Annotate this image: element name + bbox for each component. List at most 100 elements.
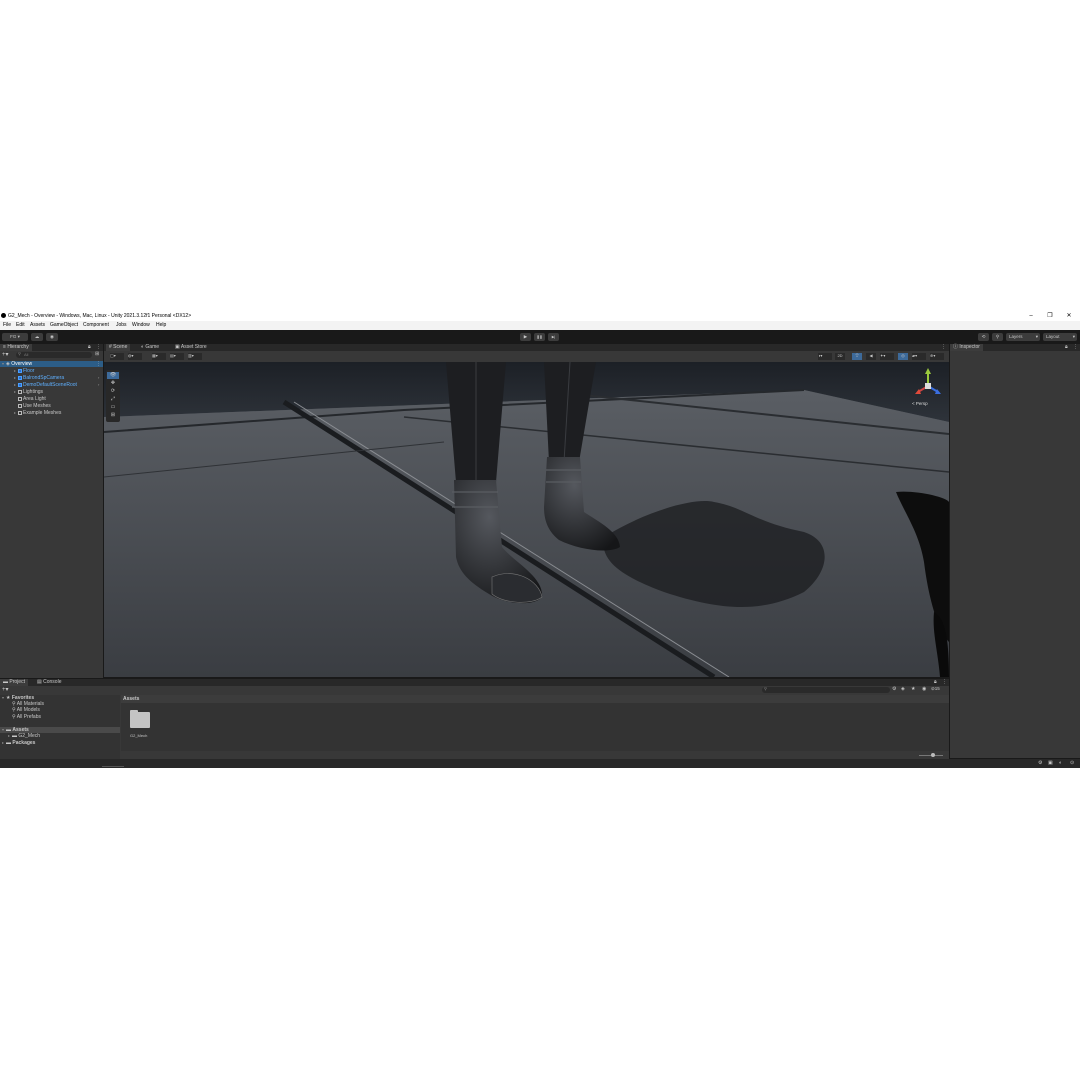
- add-icon[interactable]: +▾: [2, 351, 9, 358]
- asset-item-g2-mech[interactable]: G2_Mech: [127, 709, 153, 743]
- store-tab-icon: ▣: [175, 344, 180, 350]
- gizmos-dropdown[interactable]: ⊕▾: [930, 353, 944, 360]
- pivot-dropdown[interactable]: ◍▾: [128, 353, 142, 360]
- axis-gizmo-icon: [915, 368, 941, 394]
- cloud-icon[interactable]: ☁: [31, 333, 43, 341]
- step-button[interactable]: ▶|: [548, 333, 559, 341]
- more-icon[interactable]: ⋮: [942, 679, 947, 685]
- search-by-label-icon[interactable]: ◈: [901, 686, 905, 692]
- tab-scene[interactable]: # Scene: [106, 344, 131, 351]
- play-button[interactable]: ▶: [520, 333, 531, 341]
- hierarchy-item-floor[interactable]: ▸ Floor: [14, 368, 34, 374]
- tab-console[interactable]: ▤ Console: [34, 679, 64, 686]
- menu-assets[interactable]: Assets: [30, 321, 45, 330]
- layers-dropdown[interactable]: Layers ▾: [1006, 333, 1040, 341]
- favorite-item[interactable]: ⚲ All Prefabs: [12, 714, 41, 720]
- snap-icon: ▤▾: [170, 353, 176, 358]
- hierarchy-item-lightings[interactable]: ▸ Lightings: [14, 389, 43, 395]
- add-icon[interactable]: +▾: [2, 686, 9, 693]
- hierarchy-toolbar: +▾ ⚲ All ⊞: [0, 351, 103, 359]
- persp-label[interactable]: < Persp: [912, 401, 928, 406]
- more-icon[interactable]: ⋮: [1073, 344, 1078, 350]
- zoom-slider[interactable]: [919, 753, 943, 757]
- gameobject-icon: [18, 389, 22, 394]
- lock-icon[interactable]: 🔒︎: [934, 679, 937, 685]
- rotate-tool-icon[interactable]: ⟳: [107, 388, 119, 395]
- move-tool-icon[interactable]: ✥: [107, 380, 119, 387]
- tree-item-packages[interactable]: ▸ ▬ Packages: [2, 740, 35, 746]
- search-icon[interactable]: ⚲: [992, 333, 1003, 341]
- search-placeholder: All: [24, 352, 29, 357]
- toggle-2d-button[interactable]: 2D: [835, 353, 845, 360]
- more-icon[interactable]: ⋮: [941, 344, 946, 350]
- tab-inspector[interactable]: ⓘ Inspector: [950, 344, 983, 351]
- transform-tool-icon[interactable]: ⊞: [107, 412, 119, 419]
- lock-icon[interactable]: 🔒︎: [88, 344, 91, 350]
- account-dropdown[interactable]: FG ▾: [2, 333, 28, 341]
- prefab-arrow-icon[interactable]: ›: [98, 375, 99, 380]
- scene-row[interactable]: ▾ ◈ Overview ⋮: [0, 361, 103, 367]
- increment-dropdown[interactable]: ▥▾: [188, 353, 202, 360]
- gameobject-icon: [18, 396, 22, 401]
- cache-icon[interactable]: ▣: [1048, 760, 1053, 766]
- orientation-gizmo[interactable]: < Persp: [910, 366, 946, 408]
- breadcrumb-assets[interactable]: Assets: [123, 695, 139, 703]
- tree-item-g2-mech[interactable]: ▸ ▬ G2_Mech: [8, 733, 40, 739]
- project-search-input[interactable]: ⚲: [762, 686, 890, 693]
- lock-icon[interactable]: 🔒︎: [1065, 344, 1068, 350]
- layout-dropdown[interactable]: Layout ▾: [1043, 333, 1077, 341]
- hierarchy-item-use-meshes[interactable]: Use Meshes: [18, 403, 51, 409]
- tab-game[interactable]: ◐ Game: [138, 344, 162, 351]
- hierarchy-item-area-light[interactable]: Area Light: [18, 396, 46, 402]
- tab-asset-store[interactable]: ▣ Asset Store: [172, 344, 210, 351]
- tab-hierarchy[interactable]: ≡ Hierarchy: [0, 344, 32, 351]
- more-icon[interactable]: ⋮: [96, 344, 101, 350]
- draw-mode-dropdown[interactable]: ▢▾: [110, 353, 124, 360]
- hierarchy-item-demodefaultsceneroot[interactable]: ▸ DemoDefaultSceneRoot: [14, 382, 77, 388]
- scene-viewport[interactable]: 👁︎ ✥ ⟳ ⤢ ▭ ⊞ < Persp: [104, 362, 949, 677]
- hidden-packages-icon[interactable]: ◉: [922, 686, 926, 692]
- menu-jobs[interactable]: Jobs: [116, 321, 127, 330]
- menu-window[interactable]: Window: [132, 321, 150, 330]
- close-button[interactable]: ✕: [1060, 311, 1078, 321]
- favorite-item[interactable]: ⚲ All Models: [12, 707, 40, 713]
- menu-edit[interactable]: Edit: [16, 321, 25, 330]
- menu-file[interactable]: File: [3, 321, 11, 330]
- grid-dropdown[interactable]: ▦▾: [152, 353, 166, 360]
- debug-icon[interactable]: ⚙: [1038, 760, 1042, 766]
- zoom-slider-handle[interactable]: [931, 753, 935, 757]
- hierarchy-search-input[interactable]: ⚲ All: [16, 351, 92, 358]
- collab-icon[interactable]: ◉: [46, 333, 58, 341]
- history-icon[interactable]: ⟲: [978, 333, 989, 341]
- camera-dropdown[interactable]: ▰▾: [912, 353, 926, 360]
- tab-project[interactable]: ▬ Project: [0, 679, 28, 686]
- audio-toggle-icon[interactable]: ◀: [866, 353, 876, 360]
- hierarchy-item-example-meshes[interactable]: ▸ Example Meshes: [14, 410, 61, 416]
- hidden-objects-icon[interactable]: ◎: [898, 353, 908, 360]
- scale-tool-icon[interactable]: ⤢: [107, 396, 119, 403]
- menu-component[interactable]: Component: [83, 321, 109, 330]
- hierarchy-item-balrondspcamera[interactable]: ▸ BalrondSpCamera: [14, 375, 64, 381]
- lighting-icon[interactable]: ◐: [1059, 760, 1062, 766]
- lighting-toggle-icon[interactable]: 💡︎: [852, 353, 862, 360]
- minimize-button[interactable]: –: [1022, 311, 1040, 321]
- favorite-icon[interactable]: ★: [911, 686, 915, 692]
- prefab-icon: [18, 368, 22, 373]
- maximize-button[interactable]: ❐: [1041, 311, 1059, 321]
- shading-dropdown[interactable]: ◑▾: [818, 353, 832, 360]
- effects-dropdown[interactable]: ✦▾: [880, 353, 894, 360]
- menu-help[interactable]: Help: [156, 321, 166, 330]
- search-by-type-icon[interactable]: ⚙: [892, 686, 896, 692]
- pause-button[interactable]: ❚❚: [534, 333, 545, 341]
- menu-gameobject[interactable]: GameObject: [50, 321, 78, 330]
- prefab-arrow-icon[interactable]: ›: [98, 382, 99, 387]
- notification-icon[interactable]: ⊙: [1070, 760, 1074, 766]
- rect-tool-icon[interactable]: ▭: [107, 404, 119, 411]
- view-tool-icon[interactable]: 👁︎: [107, 372, 119, 379]
- snap-dropdown[interactable]: ▤▾: [170, 353, 184, 360]
- tab-scene-label: Scene: [113, 344, 128, 350]
- scene-menu-icon[interactable]: ⋮: [96, 361, 101, 367]
- main-toolbar: FG ▾ ☁ ◉ ▶ ❚❚ ▶| ⟲ ⚲ Layers ▾ Layout ▾: [0, 330, 1080, 344]
- scene-visibility-icon[interactable]: ⊞: [95, 351, 99, 357]
- draw-mode-icon: ▢▾: [110, 353, 116, 358]
